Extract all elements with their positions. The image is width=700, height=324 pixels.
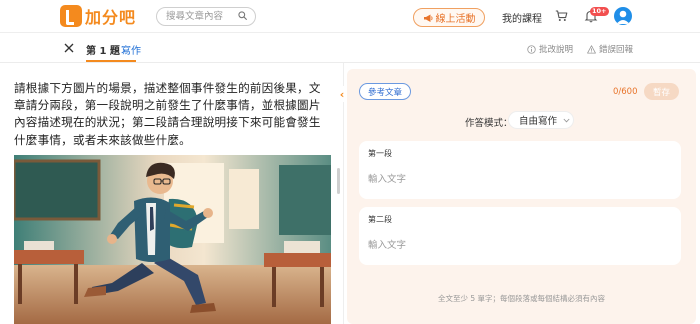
question-pane: 請根據下方圖片的場景，描述整個事件發生的前因後果，文章請分兩段，第一段說明之前發… <box>0 63 340 324</box>
reference-article-button[interactable]: 參考文章 <box>359 83 411 100</box>
question-type: 寫作 <box>121 46 141 57</box>
save-draft-button[interactable]: 暫存 <box>644 83 679 100</box>
error-report-link[interactable]: 錯誤回報 <box>587 43 633 55</box>
user-avatar[interactable] <box>614 7 632 25</box>
top-navigation: 加分吧 線上活動 我的課程 10+ <box>0 0 700 33</box>
classroom-illustration <box>14 155 331 324</box>
answer-mode-value: 自由寫作 <box>519 116 558 127</box>
warning-icon <box>587 44 596 54</box>
answer-mode-select[interactable]: 自由寫作 <box>508 111 574 129</box>
cart-icon[interactable] <box>555 10 568 22</box>
paragraph-1-label: 第一段 <box>368 149 392 158</box>
paragraph-1-card: 第一段 <box>359 141 681 199</box>
writing-hint: 全文至少 5 單字；每個段落或每個結構必須有內容 <box>437 294 606 303</box>
grading-help-label: 批改說明 <box>539 45 574 55</box>
grading-help-link[interactable]: 批改說明 <box>527 43 573 55</box>
paragraph-1-input[interactable] <box>368 171 668 187</box>
word-count: 0/600 <box>613 87 638 97</box>
pane-divider <box>343 63 344 324</box>
logo-mark-icon <box>60 5 82 27</box>
close-icon[interactable] <box>64 43 74 53</box>
info-icon <box>527 44 536 54</box>
paragraph-2-input[interactable] <box>368 237 668 253</box>
logo-text: 加分吧 <box>85 8 137 27</box>
paragraph-2-card: 第二段 <box>359 207 681 265</box>
brand-logo[interactable]: 加分吧 <box>60 5 136 27</box>
notification-badge: 10+ <box>590 7 609 16</box>
answer-editor: 參考文章 0/600 暫存 作答模式： 自由寫作 第一段 第二段 全文至少 5 … <box>347 69 696 324</box>
online-event-button[interactable]: 線上活動 <box>413 8 485 27</box>
search-icon[interactable] <box>238 11 247 20</box>
megaphone-icon <box>423 14 432 22</box>
online-event-label: 線上活動 <box>435 14 476 25</box>
answer-mode-label: 作答模式： <box>465 118 513 129</box>
question-prompt: 請根據下方圖片的場景，描述整個事件發生的前因後果，文章請分兩段，第一段說明之前發… <box>14 81 321 147</box>
paragraph-2-label: 第二段 <box>368 215 392 224</box>
error-report-label: 錯誤回報 <box>599 45 634 55</box>
my-courses-link[interactable]: 我的課程 <box>502 10 542 25</box>
prompt-scrollbar[interactable] <box>337 168 340 194</box>
chevron-down-icon <box>563 118 570 122</box>
active-tab-indicator <box>86 60 136 62</box>
question-number: 第 1 題 <box>86 46 120 57</box>
user-icon <box>616 10 630 24</box>
question-bar: 第 1 題 寫作 批改說明 錯誤回報 <box>0 34 700 63</box>
